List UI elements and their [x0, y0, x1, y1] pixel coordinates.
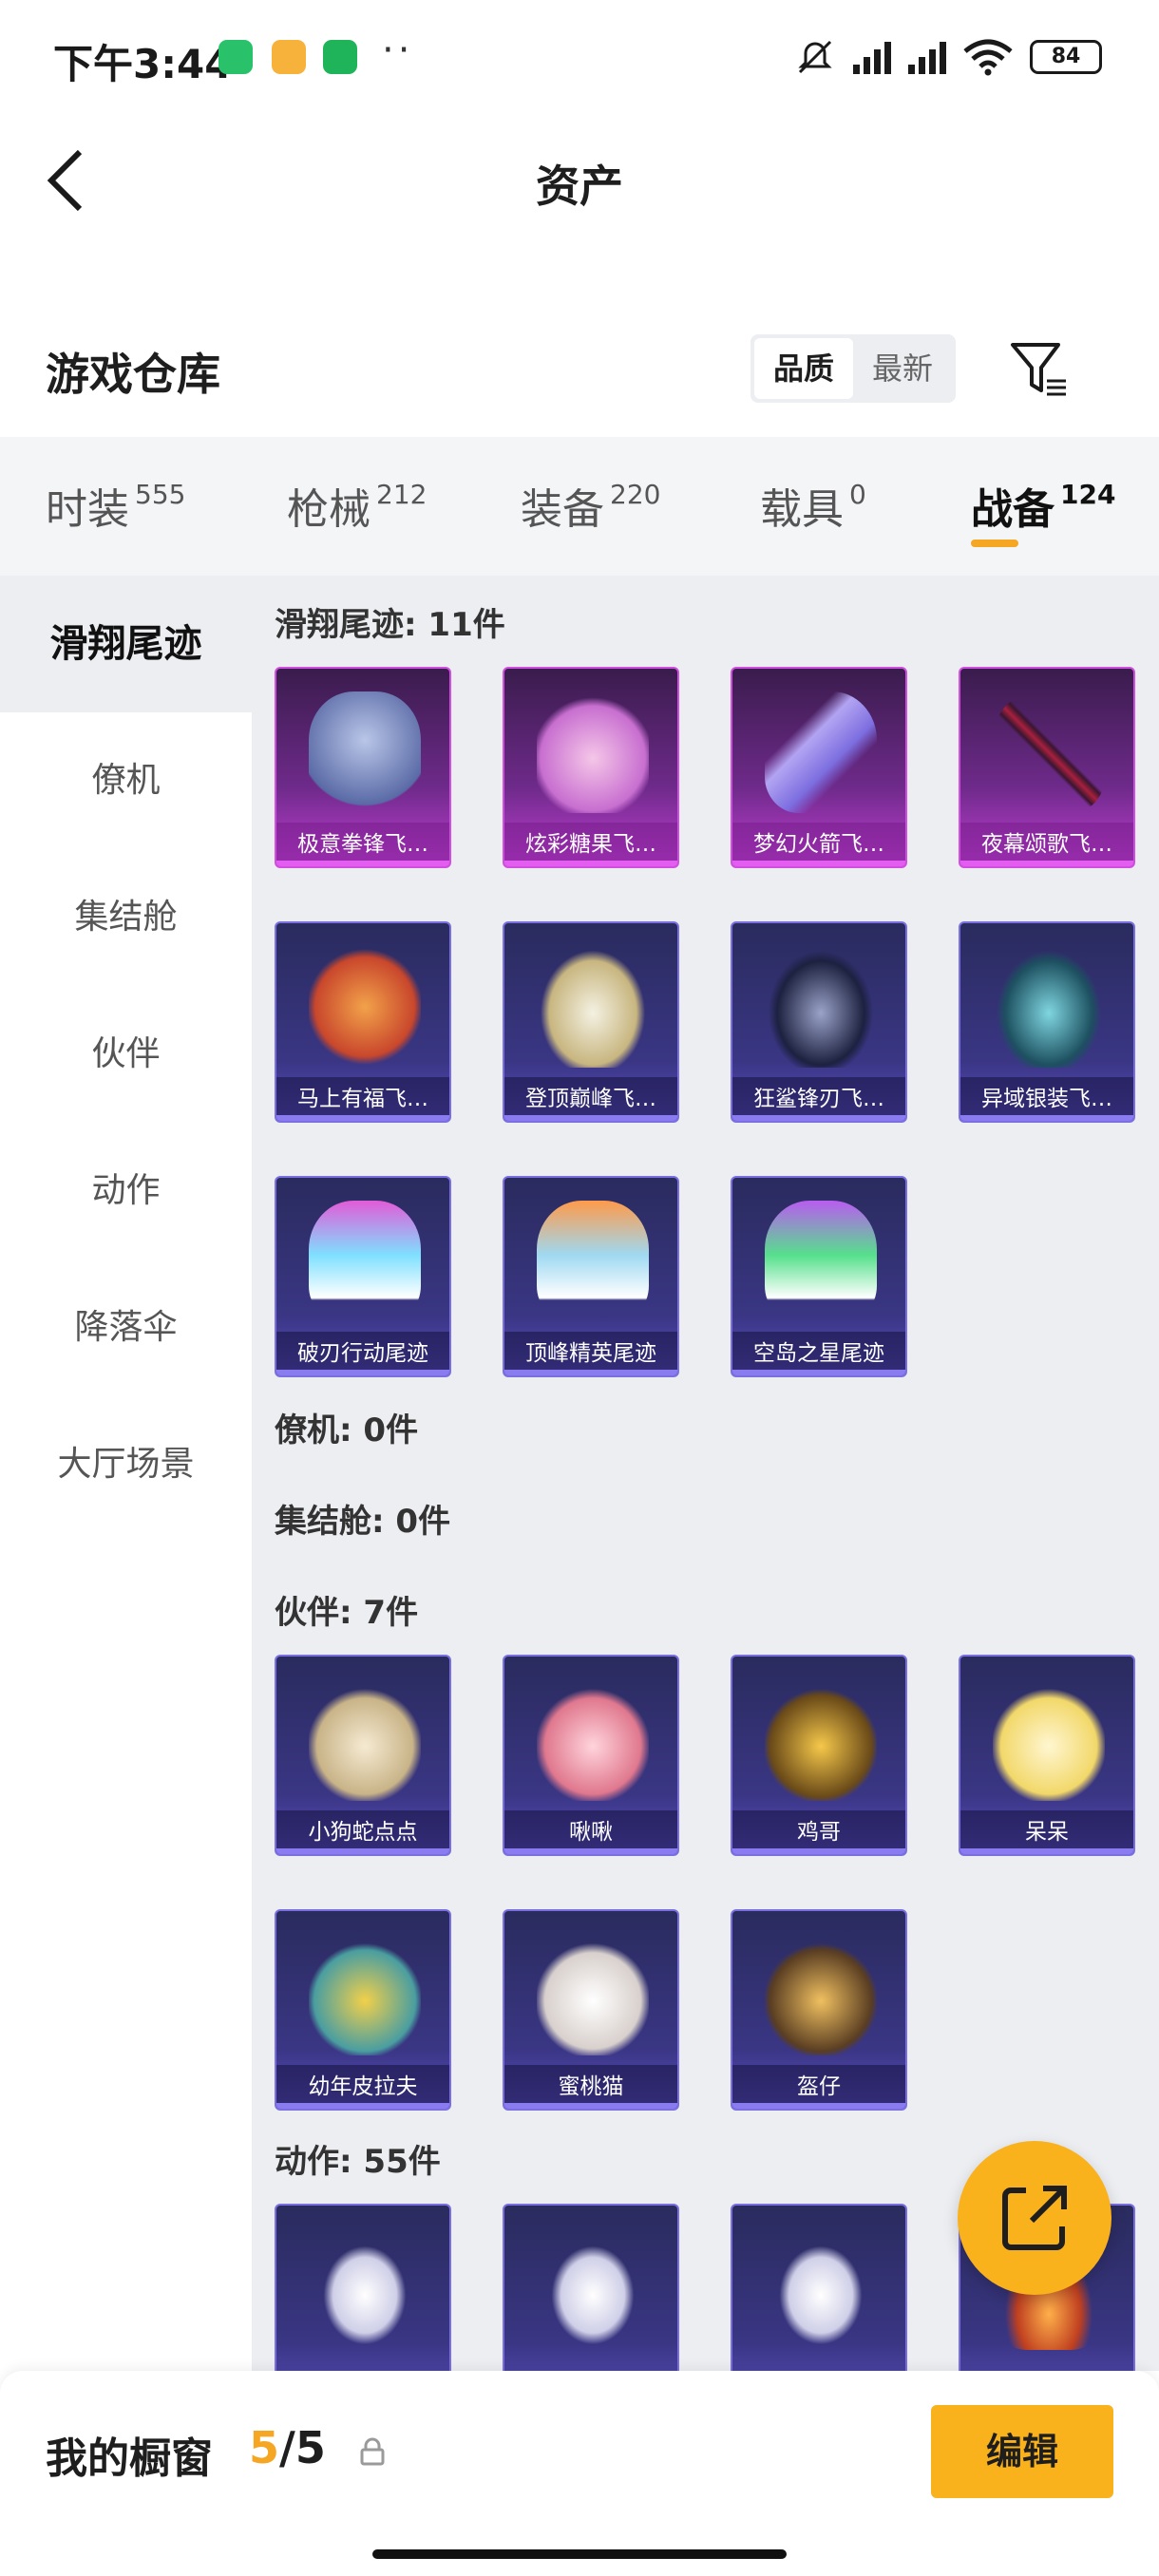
item-image: [537, 1679, 649, 1801]
status-bar: 下午3:44 ·· 84: [0, 0, 1159, 114]
item-image: [537, 1201, 649, 1322]
wechat-notification-icon: [218, 40, 253, 74]
sort-newest-option[interactable]: 最新: [853, 338, 952, 399]
item-card[interactable]: 梦幻火箭飞…: [731, 667, 907, 868]
tab-fashion[interactable]: 时装 555: [46, 475, 185, 536]
item-card[interactable]: 呆呆: [959, 1655, 1135, 1856]
item-image: [309, 946, 421, 1068]
item-image: [765, 1201, 877, 1322]
signal-1-icon: [853, 40, 891, 74]
item-card[interactable]: [503, 2204, 679, 2371]
section-title-glide: 滑翔尾迹: 11件: [275, 606, 505, 644]
item-card[interactable]: 啾啾: [503, 1655, 679, 1856]
sidebar-item-parachute[interactable]: 降落伞: [0, 1260, 252, 1396]
edit-button[interactable]: 编辑: [931, 2405, 1113, 2498]
signal-2-icon: [908, 40, 946, 74]
item-image: [993, 1679, 1105, 1801]
notes-notification-icon: [272, 40, 306, 74]
item-image: [309, 1201, 421, 1322]
share-button[interactable]: [958, 2141, 1112, 2295]
section-title-rally-pod: 集结舱: 0件: [275, 1503, 451, 1541]
tab-combat-prep[interactable]: 战备 124: [971, 475, 1115, 536]
items-panel: 滑翔尾迹: 11件 极意拳锋飞… 炫彩糖果飞… 梦幻火箭飞… 夜幕颂歌飞… 马上…: [252, 576, 1159, 2371]
share-icon: [1002, 2186, 1067, 2250]
more-notifications-icon: ··: [382, 28, 414, 72]
item-image: [309, 1679, 421, 1801]
sidebar-item-lobby-scene[interactable]: 大厅场景: [0, 1396, 252, 1533]
item-card[interactable]: 狂鲨锋刃飞…: [731, 921, 907, 1123]
item-image: [993, 946, 1105, 1068]
item-image: [537, 691, 649, 813]
item-image: [537, 1934, 649, 2055]
item-card[interactable]: 空岛之星尾迹: [731, 1176, 907, 1377]
status-time: 下午3:44: [53, 41, 233, 87]
sidebar-item-rally-pod[interactable]: 集结舱: [0, 849, 252, 986]
item-image: [765, 1934, 877, 2055]
item-card[interactable]: 极意拳锋飞…: [275, 667, 451, 868]
warehouse-title: 游戏仓库: [46, 349, 220, 400]
tab-vehicles[interactable]: 载具 0: [760, 475, 866, 536]
page-title: 资产: [536, 161, 623, 212]
item-image: [537, 2228, 649, 2350]
item-card[interactable]: 炫彩糖果飞…: [503, 667, 679, 868]
showcase-bar: 我的橱窗 5/5 编辑: [0, 2371, 1159, 2576]
phone-notification-icon: [323, 40, 357, 74]
section-title-wingman: 僚机: 0件: [275, 1411, 419, 1449]
item-image: [765, 2228, 877, 2350]
item-card[interactable]: 顶峰精英尾迹: [503, 1176, 679, 1377]
mute-icon: [798, 40, 832, 74]
item-image: [765, 946, 877, 1068]
item-image: [765, 1679, 877, 1801]
item-card[interactable]: 夜幕颂歌飞…: [959, 667, 1135, 868]
item-image: [765, 691, 877, 813]
item-card[interactable]: 小狗蛇点点: [275, 1655, 451, 1856]
section-title-partner: 伙伴: 7件: [275, 1594, 419, 1632]
section-title-action: 动作: 55件: [275, 2143, 441, 2181]
sort-toggle: 品质 最新: [750, 334, 956, 403]
home-indicator: [372, 2549, 787, 2559]
filter-icon[interactable]: [1007, 337, 1072, 402]
item-card[interactable]: 幼年皮拉夫: [275, 1909, 451, 2111]
category-tabs: 时装 555 枪械 212 装备 220 载具 0 战备 124: [0, 437, 1159, 576]
item-image: [993, 691, 1105, 813]
item-card[interactable]: 马上有福飞…: [275, 921, 451, 1123]
battery-indicator: 84: [1030, 40, 1102, 74]
sidebar-item-wingman[interactable]: 僚机: [0, 712, 252, 849]
item-card[interactable]: 登顶巅峰飞…: [503, 921, 679, 1123]
tab-equipment[interactable]: 装备 220: [521, 475, 660, 536]
item-card[interactable]: 蜜桃猫: [503, 1909, 679, 2111]
item-card[interactable]: 盔仔: [731, 1909, 907, 2111]
tab-weapons[interactable]: 枪械 212: [287, 475, 427, 536]
item-card[interactable]: 破刃行动尾迹: [275, 1176, 451, 1377]
item-image: [309, 691, 421, 813]
active-tab-indicator: [971, 540, 1018, 547]
status-indicators: 84: [794, 36, 1102, 78]
item-card[interactable]: 异域银装飞…: [959, 921, 1135, 1123]
sort-quality-option[interactable]: 品质: [754, 338, 853, 399]
item-card[interactable]: 鸡哥: [731, 1655, 907, 1856]
item-image: [537, 946, 649, 1068]
showcase-count: 5/5: [249, 2422, 326, 2473]
sidebar-item-glide-trail[interactable]: 滑翔尾迹: [0, 576, 252, 712]
item-image: [309, 1934, 421, 2055]
item-card[interactable]: [731, 2204, 907, 2371]
showcase-label: 我的橱窗: [46, 2434, 213, 2483]
sidebar-item-action[interactable]: 动作: [0, 1123, 252, 1260]
item-card[interactable]: [275, 2204, 451, 2371]
subcategory-sidebar: 滑翔尾迹 僚机 集结舱 伙伴 动作 降落伞 大厅场景: [0, 576, 252, 2371]
lock-icon: [360, 2437, 385, 2466]
wifi-icon: [963, 39, 1013, 76]
sidebar-item-partner[interactable]: 伙伴: [0, 986, 252, 1123]
top-bar: 资产: [0, 114, 1159, 247]
item-image: [309, 2228, 421, 2350]
